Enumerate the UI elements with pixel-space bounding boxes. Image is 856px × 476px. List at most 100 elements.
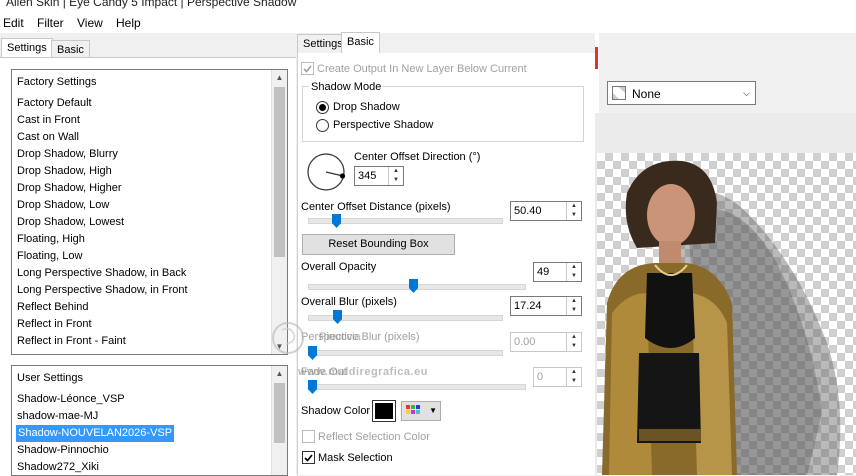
opacity-spinbox[interactable]: 49 ▲ ▼ — [533, 262, 582, 282]
list-item[interactable]: Factory Default — [17, 95, 92, 112]
fade-value: 0 — [537, 371, 544, 383]
persp-blur-label: Perspective Blur (pixels) — [301, 331, 420, 343]
basic-panel: Create Output In New Layer Below Current… — [297, 53, 595, 475]
preview-toolbar: None ⌵ — [595, 33, 856, 113]
tab-settings-left[interactable]: Settings — [1, 38, 53, 58]
spin-up-icon[interactable]: ▲ — [567, 368, 581, 377]
list-item[interactable]: Drop Shadow, Higher — [17, 180, 122, 197]
spin-up-icon[interactable]: ▲ — [567, 297, 581, 306]
list-item[interactable]: Drop Shadow, Blurry — [17, 146, 118, 163]
mask-selection-checkbox[interactable] — [302, 451, 315, 464]
spin-down-icon[interactable]: ▼ — [567, 377, 581, 386]
direction-value: 345 — [358, 170, 377, 182]
spin-up-icon[interactable]: ▲ — [567, 263, 581, 272]
perspective-shadow-label: Perspective Shadow — [333, 119, 434, 131]
list-item[interactable]: Drop Shadow, Lowest — [17, 214, 124, 231]
list-item[interactable]: Shadow272_Xiki — [17, 459, 99, 475]
persp-blur-spinbox[interactable]: 0.00 ▲ ▼ — [510, 332, 582, 352]
scroll-down-icon[interactable]: ▼ — [272, 339, 287, 354]
reflect-selection-label: Reflect Selection Color — [318, 431, 430, 443]
user-settings-list[interactable]: User Settings Shadow-Léonce_VSP shadow-m… — [11, 365, 288, 476]
background-dropdown[interactable]: None ⌵ — [607, 81, 756, 105]
list-item[interactable]: Reflect in Front — [17, 316, 92, 333]
color-palette-icon — [406, 405, 420, 414]
spin-up-icon[interactable]: ▲ — [389, 167, 403, 176]
spin-down-icon[interactable]: ▼ — [567, 272, 581, 281]
spin-down-icon[interactable]: ▼ — [567, 211, 581, 220]
blur-value: 17.24 — [514, 300, 542, 312]
fade-spinbox[interactable]: 0 ▲ ▼ — [533, 367, 582, 387]
factory-settings-list[interactable]: Factory Settings Factory Default Cast in… — [11, 69, 288, 355]
distance-slider-thumb[interactable] — [332, 214, 341, 228]
preview-image — [602, 160, 841, 475]
tab-basic-mid[interactable]: Basic — [341, 32, 380, 54]
reflect-selection-checkbox[interactable] — [302, 430, 315, 443]
checkmark-icon — [304, 454, 313, 462]
menu-edit[interactable]: Edit — [3, 16, 24, 30]
scroll-up-icon[interactable]: ▲ — [272, 366, 287, 381]
title-bar: Alien Skin | Eye Candy 5 Impact | Perspe… — [0, 0, 856, 11]
shadow-mode-label: Shadow Mode — [309, 81, 384, 93]
list-item[interactable]: shadow-mae-MJ — [17, 408, 98, 425]
factory-scrollbar[interactable]: ▲ ▼ — [271, 70, 287, 354]
list-item[interactable]: Floating, Low — [17, 248, 82, 265]
reset-bounding-box-button[interactable]: Reset Bounding Box — [302, 234, 455, 255]
spin-up-icon[interactable]: ▲ — [567, 333, 581, 342]
chevron-down-icon: ⌵ — [743, 88, 750, 98]
list-header: Factory Settings — [17, 76, 97, 88]
blur-label: Overall Blur (pixels) — [301, 296, 397, 308]
perspective-shadow-radio[interactable] — [316, 119, 329, 132]
blur-slider-thumb[interactable] — [333, 310, 342, 324]
user-scrollbar[interactable]: ▲ — [271, 366, 287, 475]
scroll-thumb[interactable] — [274, 87, 285, 257]
list-item[interactable]: Reflect in Front - Faint — [17, 333, 126, 350]
list-item[interactable]: Shadow-Pinnochio — [17, 442, 109, 459]
direction-label: Center Offset Direction (°) — [354, 151, 481, 163]
opacity-value: 49 — [537, 266, 550, 278]
create-output-checkbox[interactable] — [301, 62, 314, 75]
direction-dial-icon[interactable] — [306, 152, 346, 192]
scroll-up-icon[interactable]: ▲ — [272, 70, 287, 85]
menu-help[interactable]: Help — [116, 16, 141, 30]
menu-view[interactable]: View — [77, 16, 103, 30]
window-title: Alien Skin | Eye Candy 5 Impact | Perspe… — [6, 0, 297, 9]
list-item[interactable]: Cast in Front — [17, 112, 80, 129]
drop-shadow-radio[interactable] — [316, 101, 329, 114]
preview-area — [595, 113, 856, 475]
direction-spinbox[interactable]: 345 ▲ ▼ — [354, 166, 404, 186]
blur-spinbox[interactable]: 17.24 ▲ ▼ — [510, 296, 582, 316]
fade-slider-track[interactable] — [308, 384, 526, 390]
spin-down-icon[interactable]: ▼ — [567, 342, 581, 351]
fade-slider-thumb[interactable] — [308, 380, 317, 394]
dropdown-value: None — [632, 87, 661, 101]
mask-selection-label: Mask Selection — [318, 452, 393, 464]
opacity-slider-thumb[interactable] — [409, 279, 418, 293]
menu-bar: Edit Filter View Help — [0, 11, 856, 33]
color-picker-button[interactable]: ▼ — [401, 401, 441, 421]
list-item[interactable]: Drop Shadow, Low — [17, 197, 109, 214]
drop-shadow-label: Drop Shadow — [333, 101, 400, 113]
spin-down-icon[interactable]: ▼ — [567, 306, 581, 315]
red-marker — [595, 47, 598, 69]
persp-blur-slider-thumb[interactable] — [308, 346, 317, 360]
list-item[interactable]: Reflect Behind — [17, 299, 89, 316]
opacity-label: Overall Opacity — [301, 261, 377, 273]
list-item[interactable]: Long Perspective Shadow, in Back — [17, 265, 186, 282]
list-item[interactable]: Shadow-Léonce_VSP — [17, 391, 125, 408]
shadow-color-swatch[interactable] — [372, 400, 396, 422]
fade-out-label: Fade Out — [301, 366, 347, 378]
scroll-thumb[interactable] — [274, 383, 285, 443]
list-item[interactable]: Floating, High — [17, 231, 85, 248]
menu-filter[interactable]: Filter — [37, 16, 64, 30]
persp-blur-slider-track[interactable] — [308, 350, 503, 356]
list-item[interactable]: Long Perspective Shadow, in Front — [17, 282, 188, 299]
transparency-icon — [612, 86, 626, 100]
list-item[interactable]: Drop Shadow, High — [17, 163, 112, 180]
spin-up-icon[interactable]: ▲ — [567, 202, 581, 211]
list-item-selected[interactable]: Shadow-NOUVELAN2026-VSP — [16, 425, 175, 442]
dropdown-arrow-icon: ▼ — [429, 406, 437, 415]
shadow-mode-group — [302, 86, 584, 142]
distance-spinbox[interactable]: 50.40 ▲ ▼ — [510, 201, 582, 221]
list-item[interactable]: Cast on Wall — [17, 129, 79, 146]
spin-down-icon[interactable]: ▼ — [389, 176, 403, 185]
